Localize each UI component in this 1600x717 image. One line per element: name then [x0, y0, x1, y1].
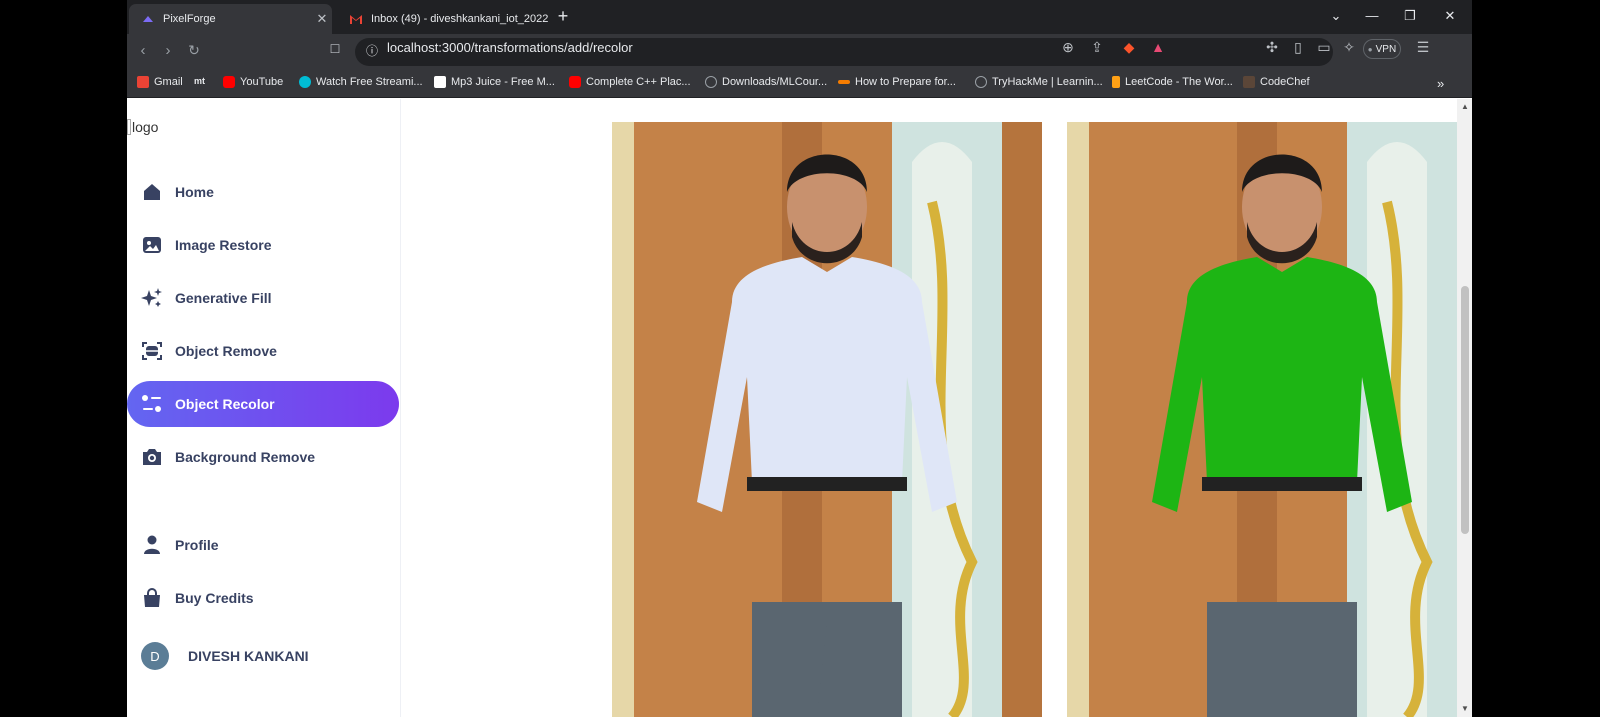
url-text[interactable]: localhost:3000/transformations/add/recol… [387, 40, 633, 56]
brave-shield-icon[interactable]: ◆ [1120, 39, 1138, 56]
browser-window: PixelForge ✕ Inbox (49) - diveshkankani_… [127, 0, 1472, 717]
sidebar-item-label: Background Remove [175, 449, 316, 465]
bookmark-icon[interactable]: ☐ [325, 42, 345, 56]
original-photo [612, 122, 1042, 717]
camera-icon [140, 445, 164, 469]
wallet-icon[interactable]: ▭ [1315, 39, 1333, 56]
bookmark-leetcode[interactable]: LeetCode - The Wor... [1112, 76, 1233, 88]
sidebar-item-home[interactable]: Home [127, 169, 399, 215]
brave-rewards-icon[interactable]: ▲ [1149, 39, 1167, 55]
globe-icon [705, 76, 717, 88]
sidebar-item-background-remove[interactable]: Background Remove [127, 434, 399, 480]
youtube-icon [569, 76, 581, 88]
vpn-button[interactable]: ● VPN [1363, 39, 1401, 59]
tab-title: PixelForge [163, 13, 216, 25]
toolbar: ‹ › ↻ ☐ ⓘ localhost:3000/transformations… [127, 34, 1472, 70]
bookmark-mp3-juice[interactable]: Mp3 Juice - Free M... [434, 76, 555, 88]
image-icon [140, 233, 164, 257]
bookmark-site-icon [838, 80, 850, 84]
new-tab-icon[interactable]: + [552, 6, 574, 27]
gmail-favicon-icon [349, 12, 363, 26]
sidebar-item-object-recolor[interactable]: Object Recolor [127, 381, 399, 427]
globe-icon [975, 76, 987, 88]
sidebar-item-label: Buy Credits [175, 590, 254, 606]
bookmark-gmail[interactable]: Gmail [137, 76, 183, 88]
sidebar-item-generative-fill[interactable]: Generative Fill [127, 275, 399, 321]
bookmark-complete-cpp[interactable]: Complete C++ Plac... [569, 76, 691, 88]
page: logo Home Image Restore Generative Fill [127, 99, 1472, 717]
bookmark-tryhackme[interactable]: TryHackMe | Learnin... [975, 76, 1103, 88]
extensions-icon[interactable]: ✣ [1263, 39, 1281, 56]
menu-icon[interactable]: ☰ [1414, 39, 1432, 56]
sidebar: logo Home Image Restore Generative Fill [127, 99, 401, 717]
forward-icon[interactable]: › [158, 42, 178, 59]
original-image [612, 122, 1042, 717]
user-profile[interactable]: D DIVESH KANKANI [141, 642, 309, 670]
bookmark-youtube[interactable]: YouTube [223, 76, 283, 88]
bag-icon [140, 586, 164, 610]
sidebar-item-label: Generative Fill [175, 290, 272, 306]
sidebar-item-label: Object Recolor [175, 396, 275, 412]
scan-icon [140, 339, 164, 363]
vpn-status-icon: ● [1367, 44, 1373, 54]
logo[interactable]: logo [127, 119, 158, 135]
back-icon[interactable]: ‹ [133, 42, 153, 59]
sidebar-item-object-remove[interactable]: Object Remove [127, 328, 399, 374]
logo-alt-text: logo [132, 119, 159, 135]
minimize-icon[interactable]: — [1362, 8, 1382, 23]
sidebar-item-label: Object Remove [175, 343, 277, 359]
reload-icon[interactable]: ↻ [184, 42, 204, 59]
play-icon [299, 76, 311, 88]
tab-title: Inbox (49) - diveshkankani_iot_2022 [371, 13, 549, 25]
tab-strip: PixelForge ✕ Inbox (49) - diveshkankani_… [127, 0, 1472, 34]
stars-icon [140, 286, 164, 310]
leo-ai-icon[interactable]: ✧ [1340, 39, 1358, 56]
mt-icon: mt [194, 76, 205, 86]
youtube-icon [223, 76, 235, 88]
bookmark-watch-free[interactable]: Watch Free Streami... [299, 76, 423, 88]
leetcode-icon [1112, 76, 1120, 88]
filter-icon [140, 392, 164, 416]
tab-pixelforge[interactable]: PixelForge ✕ [129, 4, 332, 34]
transformed-image [1067, 122, 1472, 717]
scroll-down-icon[interactable]: ▼ [1461, 704, 1469, 713]
page-scrollbar[interactable]: ▲ ▼ [1457, 99, 1472, 717]
page-icon [434, 76, 446, 88]
zoom-icon[interactable]: ⊕ [1059, 39, 1077, 56]
share-icon[interactable]: ⇪ [1088, 39, 1106, 56]
site-info-icon[interactable]: ⓘ [362, 42, 382, 59]
close-tab-icon[interactable]: ✕ [312, 11, 332, 27]
restore-icon[interactable]: ❐ [1400, 8, 1420, 24]
more-bookmarks-icon[interactable]: » [1437, 76, 1444, 91]
avatar[interactable]: D [141, 642, 169, 670]
window-close-icon[interactable]: ✕ [1440, 8, 1460, 24]
user-name: DIVESH KANKANI [188, 648, 309, 664]
bookmark-codechef[interactable]: CodeChef [1243, 76, 1310, 88]
tab-search-icon[interactable]: ⌄ [1326, 8, 1346, 24]
bookmark-mt[interactable]: mt [194, 76, 205, 86]
vpn-label: VPN [1375, 43, 1397, 55]
user-icon [140, 533, 164, 557]
sidebar-item-buy-credits[interactable]: Buy Credits [127, 575, 399, 621]
transformation-content [402, 99, 1472, 717]
recolored-photo [1067, 122, 1472, 717]
pixelforge-favicon-icon [141, 12, 155, 26]
sidebar-item-image-restore[interactable]: Image Restore [127, 222, 399, 268]
bookmark-how-to-prepare[interactable]: How to Prepare for... [838, 76, 956, 88]
sidebar-item-profile[interactable]: Profile [127, 522, 399, 568]
sidebar-item-label: Image Restore [175, 237, 272, 253]
gmail-icon [137, 76, 149, 88]
bookmark-downloads[interactable]: Downloads/MLCour... [705, 76, 827, 88]
sidebar-toggle-icon[interactable]: ▯ [1289, 39, 1307, 56]
tab-inbox[interactable]: Inbox (49) - diveshkankani_iot_2022 [337, 4, 669, 34]
sidebar-item-label: Profile [175, 537, 219, 553]
scrollbar-thumb[interactable] [1461, 286, 1469, 534]
codechef-icon [1243, 76, 1255, 88]
home-icon [140, 180, 164, 204]
broken-image-icon [127, 119, 131, 135]
bookmarks-bar: Gmail mt YouTube Watch Free Streami... M… [127, 70, 1472, 98]
scroll-up-icon[interactable]: ▲ [1461, 102, 1469, 111]
sidebar-item-label: Home [175, 184, 214, 200]
